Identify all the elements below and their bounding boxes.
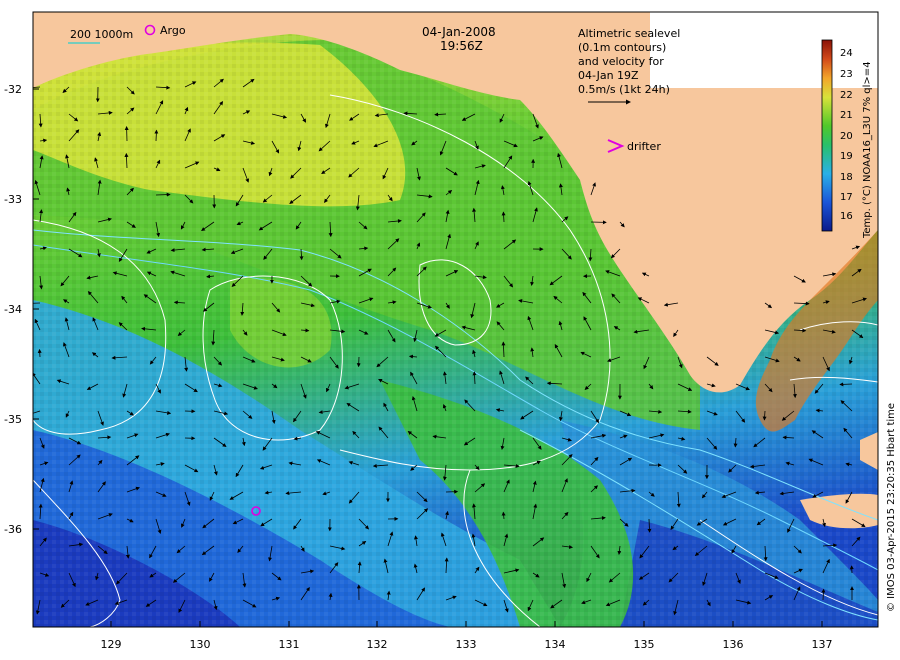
cbar-tick: 21 — [840, 110, 853, 121]
lat-tick-label: -32 — [4, 83, 22, 96]
cbar-tick: 18 — [840, 172, 853, 183]
scale-label: 200 1000m — [70, 28, 133, 41]
lon-tick-label: 134 — [545, 638, 566, 651]
lon-tick-label: 131 — [279, 638, 300, 651]
velocity-arrow — [155, 192, 171, 197]
lon-tick-label: 132 — [367, 638, 388, 651]
sst-map: -32 -33 -34 -35 -36 129 130 131 132 133 … — [4, 11, 897, 651]
lon-tick-label: 135 — [634, 638, 655, 651]
info-line: Altimetric sealevel — [578, 27, 680, 40]
lon-tick-label: 133 — [456, 638, 477, 651]
velocity-arrow — [154, 129, 159, 142]
drifter-label: drifter — [627, 140, 661, 153]
lon-tick-label: 136 — [723, 638, 744, 651]
colorbar-scale — [821, 39, 833, 232]
cbar-tick: 17 — [840, 192, 853, 203]
argo-label: Argo — [160, 24, 186, 37]
lon-tick-label: 130 — [190, 638, 211, 651]
info-line: (0.1m contours) — [578, 41, 666, 54]
cbar-tick: 16 — [840, 211, 853, 222]
cbar-tick: 24 — [840, 48, 853, 59]
colorbar-label: Temp. (°C) NOAA16_L3U 7% ql>=4 — [862, 61, 873, 239]
date-label: 04-Jan-2008 — [422, 25, 496, 39]
info-line: and velocity for — [578, 55, 664, 68]
velocity-arrow — [839, 382, 853, 387]
cbar-tick: 22 — [840, 90, 853, 101]
velocity-arrow — [37, 348, 42, 358]
lon-tick-label: 129 — [101, 638, 122, 651]
time-label: 19:56Z — [440, 39, 483, 53]
lat-tick-label: -36 — [4, 523, 22, 536]
lat-tick-label: -35 — [4, 413, 22, 426]
lat-tick-label: -34 — [4, 303, 22, 316]
lat-tick-label: -33 — [4, 193, 22, 206]
cbar-tick: 19 — [840, 151, 853, 162]
plot-area — [33, 12, 878, 627]
info-line: 04-Jan 19Z — [578, 69, 639, 82]
credit-text: © IMOS 03-Apr-2015 23:20:35 Hbart time — [886, 403, 897, 612]
info-line: 0.5m/s (1kt 24h) — [578, 83, 670, 96]
cbar-tick: 23 — [840, 69, 853, 80]
lon-tick-label: 137 — [812, 638, 833, 651]
cbar-tick: 20 — [840, 131, 853, 142]
